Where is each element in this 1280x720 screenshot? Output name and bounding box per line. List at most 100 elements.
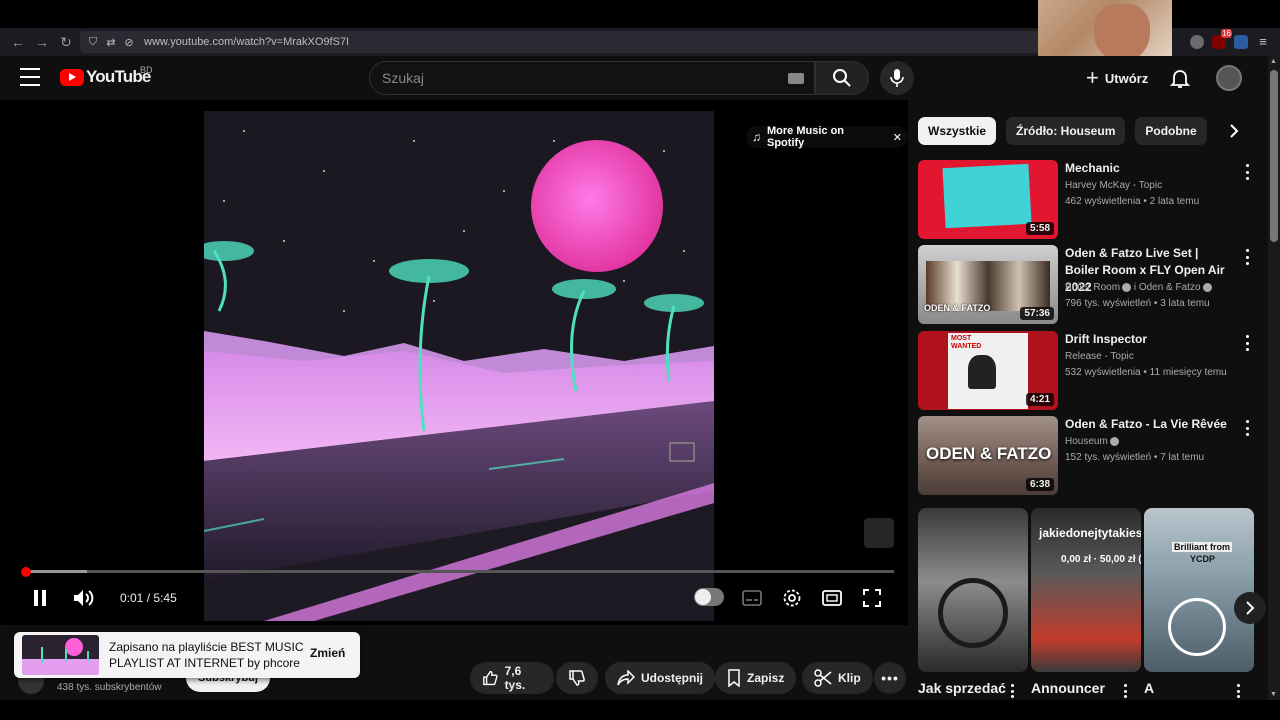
channel-name[interactable]: Houseum	[1065, 434, 1119, 450]
duration-badge: 57:36	[1020, 307, 1054, 320]
steam-extension-icon[interactable]	[1234, 35, 1248, 49]
ublock-extension-icon[interactable]: 16	[1212, 29, 1232, 49]
reload-icon[interactable]: ↻	[56, 32, 76, 52]
saved-to-playlist-toast: Zapisano na playliście BEST MUSIC PLAYLI…	[14, 632, 360, 678]
short-title[interactable]: A	[1144, 680, 1154, 696]
short-thumbnail[interactable]: Brilliant from YCDP	[1144, 508, 1254, 672]
video-player[interactable]: ♫ More Music on Spotify ✕ 0:01 / 5:45	[0, 100, 908, 625]
short-overlay-text-secondary: YCDP	[1190, 554, 1216, 564]
theater-mode-button[interactable]	[818, 584, 846, 612]
gear-icon	[783, 589, 801, 607]
more-options-icon[interactable]	[1237, 684, 1241, 698]
scroll-up-arrow-icon[interactable]: ▲	[1270, 58, 1277, 65]
search-box	[369, 61, 815, 95]
search-input[interactable]	[382, 62, 772, 94]
video-thumbnail[interactable]: 5:58	[918, 160, 1058, 239]
channel-name[interactable]: Harvey McKay - Topic	[1065, 178, 1162, 194]
short-title[interactable]: Jak sprzedać	[918, 680, 1006, 696]
clip-label: Klip	[838, 671, 861, 685]
save-button[interactable]: Zapisz	[715, 662, 797, 694]
video-frame[interactable]	[204, 111, 714, 621]
scroll-down-arrow-icon[interactable]: ▼	[1270, 691, 1277, 698]
short-thumbnail[interactable]	[918, 508, 1028, 672]
like-button[interactable]: 7,6 tys.	[470, 662, 554, 694]
more-options-icon[interactable]	[1241, 420, 1253, 436]
shorts-next-button[interactable]	[1234, 592, 1266, 624]
youtube-header: YouTube BD + Utwórz	[0, 56, 1268, 100]
notifications-bell-icon[interactable]	[1168, 66, 1192, 90]
thumbs-down-icon	[569, 670, 585, 686]
channel-name[interactable]: Release - Topic	[1065, 349, 1134, 365]
video-title[interactable]: Mechanic	[1065, 160, 1235, 177]
volume-button[interactable]	[70, 584, 98, 612]
chip-similar[interactable]: Podobne	[1135, 117, 1207, 145]
extension-badge: 16	[1221, 29, 1232, 38]
account-avatar[interactable]	[1216, 65, 1242, 91]
related-video[interactable]: MOST WANTED 4:21 Drift Inspector Release…	[918, 331, 1258, 411]
short-title[interactable]: Announcer	[1031, 680, 1105, 696]
subtitles-button[interactable]	[738, 584, 766, 612]
address-bar[interactable]: ⛉ ⇄ ⊘ www.youtube.com/watch?v=MrakXO9fS7…	[80, 31, 1040, 53]
tracking-off-icon[interactable]: ⊘	[122, 35, 136, 49]
spotify-label: More Music on Spotify	[767, 125, 845, 149]
progress-bar[interactable]	[26, 570, 894, 573]
channel-watermark-icon[interactable]	[864, 518, 894, 548]
search-button[interactable]	[815, 61, 869, 95]
clip-button[interactable]: Klip	[802, 662, 873, 694]
short-bike-art	[938, 578, 1008, 648]
more-options-icon[interactable]	[1241, 249, 1253, 265]
game-extension-icon[interactable]	[1190, 35, 1204, 49]
youtube-logo[interactable]: YouTube	[60, 67, 151, 87]
toast-change-button[interactable]: Zmień	[310, 646, 345, 660]
related-video[interactable]: ODEN & FATZO 57:36 Oden & Fatzo Live Set…	[918, 245, 1258, 325]
permissions-icon[interactable]: ⇄	[104, 35, 118, 49]
share-button[interactable]: Udostępnij	[605, 662, 715, 694]
page-scrollbar[interactable]: ▲ ▼	[1268, 56, 1280, 700]
autoplay-toggle[interactable]	[694, 588, 724, 606]
video-thumbnail[interactable]: ODEN & FATZO 6:38	[918, 416, 1058, 495]
duration-badge: 6:38	[1025, 478, 1054, 491]
create-label: Utwórz	[1104, 70, 1149, 86]
pause-button[interactable]	[26, 584, 54, 612]
verified-icon	[1202, 282, 1212, 292]
progress-scrubber-handle[interactable]	[21, 567, 31, 577]
channel-name[interactable]: Boiler Room i Oden & Fatzo	[1065, 280, 1212, 296]
settings-button[interactable]	[778, 584, 806, 612]
keyboard-icon[interactable]	[788, 73, 804, 84]
chip-source[interactable]: Źródło: Houseum	[1006, 117, 1126, 145]
video-thumbnail[interactable]: MOST WANTED 4:21	[918, 331, 1058, 410]
spotify-card[interactable]: ♫ More Music on Spotify ✕	[746, 125, 908, 149]
more-options-icon[interactable]	[1241, 335, 1253, 351]
menu-icon[interactable]	[20, 68, 40, 86]
dislike-button[interactable]	[556, 662, 598, 694]
url-text[interactable]: www.youtube.com/watch?v=MrakXO9fS7I	[144, 36, 349, 48]
scrollbar-thumb[interactable]	[1270, 70, 1278, 242]
short-overlay-text: jakiedonejtytakiestrimy®	[1039, 526, 1141, 540]
more-options-icon[interactable]	[1124, 684, 1128, 698]
country-code: BD	[140, 65, 153, 75]
fullscreen-button[interactable]	[858, 584, 886, 612]
chip-all[interactable]: Wszystkie	[918, 117, 997, 145]
more-options-icon[interactable]	[1011, 684, 1015, 698]
browser-menu-icon[interactable]: ≡	[1256, 35, 1270, 49]
related-video[interactable]: 5:58 Mechanic Harvey McKay - Topic 462 w…	[918, 160, 1258, 240]
video-title[interactable]: Oden & Fatzo - La Vie Rêvée	[1065, 416, 1235, 433]
more-actions-button[interactable]: •••	[874, 662, 906, 694]
close-icon[interactable]: ✕	[893, 131, 902, 144]
fullscreen-icon	[863, 589, 881, 607]
forward-icon[interactable]: →	[32, 32, 52, 52]
short-thumbnail[interactable]: jakiedonejtytakiestrimy® 0,00 zł · 50,00…	[1031, 508, 1141, 672]
more-options-icon[interactable]	[1241, 164, 1253, 180]
thumbs-up-icon	[483, 670, 498, 686]
video-title[interactable]: Drift Inspector	[1065, 331, 1235, 348]
bookmark-icon	[728, 669, 740, 687]
create-button[interactable]: + Utwórz	[1076, 62, 1158, 94]
shield-icon[interactable]: ⛉	[86, 35, 100, 49]
back-icon[interactable]: ←	[8, 32, 28, 52]
time-total: 5:45	[153, 591, 177, 605]
related-video[interactable]: ODEN & FATZO 6:38 Oden & Fatzo - La Vie …	[918, 416, 1258, 496]
video-thumbnail[interactable]: ODEN & FATZO 57:36	[918, 245, 1058, 324]
channel-name-text: Boiler Room	[1065, 282, 1121, 293]
voice-search-button[interactable]	[880, 61, 914, 95]
chevron-right-icon[interactable]	[1220, 117, 1248, 145]
